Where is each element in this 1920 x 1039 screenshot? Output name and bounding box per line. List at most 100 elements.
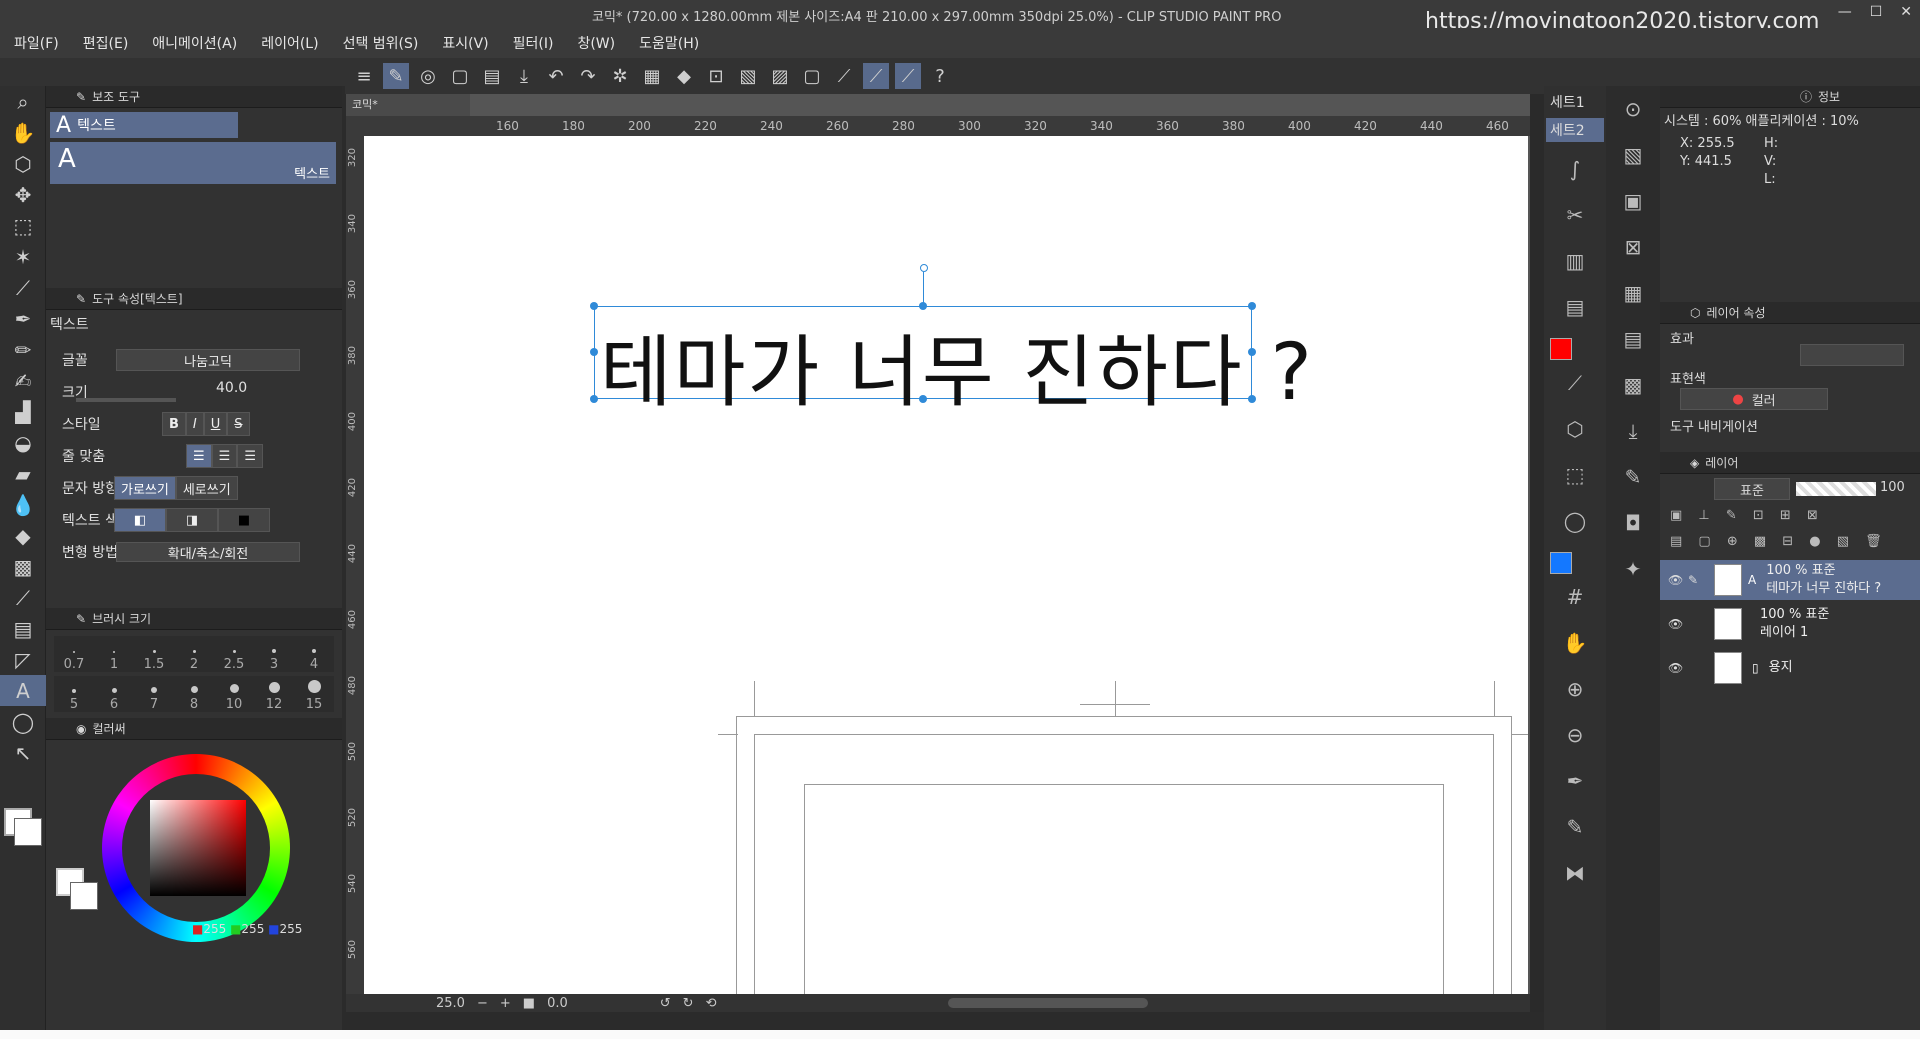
- resize-handle[interactable]: [590, 302, 598, 310]
- pencil-icon[interactable]: ✎: [1688, 573, 1698, 587]
- hand-icon[interactable]: ✋: [1544, 620, 1606, 666]
- vertical-button[interactable]: 세로쓰기: [175, 476, 238, 500]
- marker-icon[interactable]: ✎: [1544, 804, 1606, 850]
- vertical-scrollbar[interactable]: [1530, 94, 1544, 1012]
- line-icon[interactable]: ⟋: [1544, 360, 1606, 406]
- navigator-icon[interactable]: ⊙: [1606, 86, 1660, 132]
- rotate-right-icon[interactable]: ↻: [683, 996, 694, 1011]
- eye-icon[interactable]: 👁: [1668, 661, 1683, 675]
- scissors-icon[interactable]: ✂: [1544, 192, 1606, 238]
- redo-icon[interactable]: ↷: [575, 63, 601, 89]
- brush-size-cell[interactable]: 15: [294, 676, 334, 712]
- menu-icon[interactable]: ≡: [351, 63, 377, 89]
- snap-special-ruler-icon[interactable]: ⟋: [863, 63, 889, 89]
- subtool-item-text[interactable]: A 텍스트: [50, 142, 336, 184]
- zoom-out-icon[interactable]: ⊖: [1544, 712, 1606, 758]
- eye-icon[interactable]: 👁: [1668, 617, 1683, 631]
- selection-tool-icon[interactable]: ⬚: [0, 210, 46, 241]
- menu-animation[interactable]: 애니메이션(A): [152, 33, 237, 53]
- transform-select[interactable]: 확대/축소/회전: [116, 542, 300, 562]
- menu-filter[interactable]: 필터(I): [513, 33, 554, 53]
- resize-handle[interactable]: [1248, 302, 1256, 310]
- camera-icon[interactable]: ◘: [1606, 500, 1660, 546]
- open-folder-icon[interactable]: ▤: [479, 63, 505, 89]
- document-tab[interactable]: 코믹*: [346, 94, 470, 116]
- blend-mode-select[interactable]: 표준: [1714, 478, 1790, 500]
- eyedropper-icon[interactable]: ⟋: [0, 272, 46, 303]
- layer-lock-icons[interactable]: ▣ ⊥ ✎ ⊡ ⊞ ⊠: [1670, 508, 1910, 528]
- minimize-icon[interactable]: —: [1838, 4, 1852, 20]
- spiral-icon[interactable]: ◎: [415, 63, 441, 89]
- fill-icon[interactable]: ◆: [671, 63, 697, 89]
- zoom-in-icon[interactable]: +: [500, 996, 511, 1011]
- fill-tool-icon[interactable]: ◆: [0, 520, 46, 551]
- figure-icon[interactable]: ✦: [1606, 546, 1660, 592]
- horizontal-button[interactable]: 가로쓰기: [114, 476, 176, 500]
- operation-tool-icon[interactable]: ⬡: [0, 148, 46, 179]
- resize-handle[interactable]: [590, 395, 598, 403]
- menu-selection[interactable]: 선택 범위(S): [343, 33, 419, 53]
- grid-icon[interactable]: #: [1544, 574, 1606, 620]
- gradient-tool-icon[interactable]: ▩: [0, 551, 46, 582]
- brush-size-cell[interactable]: 8: [174, 676, 214, 712]
- horizontal-scrollbar[interactable]: [948, 998, 1149, 1008]
- menu-edit[interactable]: 편집(E): [83, 33, 129, 53]
- rotate-left-icon[interactable]: ↺: [660, 996, 671, 1011]
- polygon-icon[interactable]: ⬡: [1544, 406, 1606, 452]
- align-right-button[interactable]: ☰: [237, 444, 263, 468]
- zoom-value[interactable]: 25.0: [436, 996, 465, 1011]
- brush-size-cell[interactable]: 7: [134, 676, 174, 712]
- user-color-button[interactable]: ■: [218, 508, 270, 532]
- sub-color-swatch[interactable]: [70, 882, 98, 910]
- snap-ruler-icon[interactable]: ⟋: [831, 63, 857, 89]
- edit-mode-icon[interactable]: ✎: [383, 63, 409, 89]
- brush-size-cell[interactable]: 1: [94, 636, 134, 672]
- undo-icon[interactable]: ↶: [543, 63, 569, 89]
- clipboard-icon[interactable]: ▤: [1544, 284, 1606, 330]
- transform-icon[interactable]: ⊡: [703, 63, 729, 89]
- snap-grid-icon[interactable]: ⟋: [895, 63, 921, 89]
- saturation-square[interactable]: [150, 800, 246, 896]
- download-icon[interactable]: ⤓: [1606, 408, 1660, 454]
- close-panel-icon[interactable]: ⊠: [1606, 224, 1660, 270]
- stop-icon[interactable]: ■: [523, 996, 535, 1011]
- red-color-swatch[interactable]: [1550, 338, 1572, 360]
- invert-selection-icon[interactable]: ▨: [767, 63, 793, 89]
- resize-handle[interactable]: [590, 348, 598, 356]
- pen-icon[interactable]: ✒: [1544, 758, 1606, 804]
- size-slider[interactable]: [76, 398, 176, 402]
- brush-size-cell[interactable]: 2: [174, 636, 214, 672]
- close-icon[interactable]: ✕: [1900, 4, 1912, 20]
- flip-icon[interactable]: ⧓: [1544, 850, 1606, 896]
- menu-file[interactable]: 파일(F): [14, 33, 59, 53]
- subtool-group-tab[interactable]: A 텍스트: [50, 112, 238, 138]
- reset-rotation-icon[interactable]: ⟲: [706, 996, 717, 1011]
- angle-value[interactable]: 0.0: [547, 996, 568, 1011]
- history-icon[interactable]: ▤: [1606, 316, 1660, 362]
- expression-color-select[interactable]: ● 컬러: [1680, 388, 1828, 410]
- canvas-text[interactable]: 테마가 너무 진하다 ?: [600, 310, 1314, 422]
- palette-icon[interactable]: ▦: [1606, 270, 1660, 316]
- menu-view[interactable]: 표시(V): [442, 33, 488, 53]
- zoom-in-icon[interactable]: ⊕: [1544, 666, 1606, 712]
- decoration-tool-icon[interactable]: ◒: [0, 427, 46, 458]
- underline-button[interactable]: U: [203, 412, 228, 436]
- help-icon[interactable]: ?: [927, 63, 953, 89]
- zoom-out-icon[interactable]: −: [477, 996, 488, 1011]
- brush-tool-icon[interactable]: ✍: [0, 365, 46, 396]
- figure-tool-icon[interactable]: ⟋: [0, 582, 46, 613]
- blue-color-swatch[interactable]: [1550, 552, 1572, 574]
- curve-icon[interactable]: ∫: [1544, 146, 1606, 192]
- rect-select-icon[interactable]: ⬚: [1544, 452, 1606, 498]
- size-value[interactable]: 40.0: [216, 380, 247, 396]
- opacity-slider[interactable]: [1796, 482, 1876, 496]
- italic-button[interactable]: I: [185, 412, 204, 436]
- brush-size-cell[interactable]: 6: [94, 676, 134, 712]
- eye-icon[interactable]: 👁: [1668, 573, 1683, 587]
- brush-size-cell[interactable]: 0.7: [54, 636, 94, 672]
- menu-window[interactable]: 창(W): [577, 33, 615, 53]
- layer-row[interactable]: 👁 ▯ 용지: [1660, 648, 1920, 688]
- clear-outside-icon[interactable]: ▦: [639, 63, 665, 89]
- strikethrough-button[interactable]: S: [227, 412, 250, 436]
- selection-icon[interactable]: ▢: [799, 63, 825, 89]
